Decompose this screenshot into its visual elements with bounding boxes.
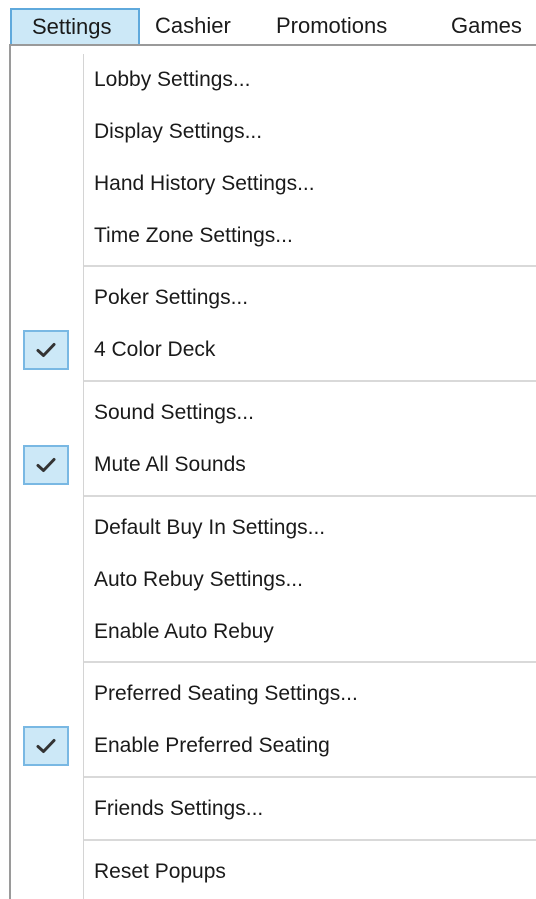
menu-item-4-color-deck[interactable]: 4 Color Deck [11,324,536,376]
menu-item-enable-preferred-seating[interactable]: Enable Preferred Seating [11,720,536,772]
menu-item-hand-history-settings[interactable]: Hand History Settings... [11,158,536,210]
settings-dropdown: Lobby Settings... Display Settings... Ha… [9,44,536,899]
menu-promotions[interactable]: Promotions [276,8,387,44]
menu-cashier[interactable]: Cashier [155,8,231,44]
menu-bar: Settings Cashier Promotions Games [0,0,536,46]
check-icon [23,445,69,485]
menu-item-default-buy-in-settings[interactable]: Default Buy In Settings... [11,502,536,554]
menu-item-poker-settings[interactable]: Poker Settings... [11,272,536,324]
menu-item-label: 4 Color Deck [94,338,216,361]
check-icon [23,726,69,766]
menu-item-label: Friends Settings... [94,797,264,820]
menu-item-label: Mute All Sounds [94,453,246,476]
menu-item-mute-all-sounds[interactable]: Mute All Sounds [11,439,536,491]
menu-settings[interactable]: Settings [10,8,140,44]
menu-item-enable-auto-rebuy[interactable]: Enable Auto Rebuy [11,606,536,658]
menu-item-time-zone-settings[interactable]: Time Zone Settings... [11,210,536,262]
menu-item-sound-settings[interactable]: Sound Settings... [11,387,536,439]
menu-item-display-settings[interactable]: Display Settings... [11,106,536,158]
check-icon [23,330,69,370]
menu-item-friends-settings[interactable]: Friends Settings... [11,783,536,835]
menu-item-label: Lobby Settings... [94,68,251,91]
menu-item-label: Sound Settings... [94,401,254,424]
menu-item-label: Hand History Settings... [94,172,315,195]
menu-item-label: Preferred Seating Settings... [94,682,358,705]
menu-separator [84,661,536,663]
menu-item-label: Auto Rebuy Settings... [94,568,303,591]
menu-item-reset-popups[interactable]: Reset Popups [11,846,536,898]
menu-separator [84,495,536,497]
menu-separator [84,839,536,841]
menu-item-label: Poker Settings... [94,286,249,309]
menu-separator [84,265,536,267]
menu-item-auto-rebuy-settings[interactable]: Auto Rebuy Settings... [11,554,536,606]
menu-item-label: Time Zone Settings... [94,224,293,247]
menu-separator [84,380,536,382]
menu-item-preferred-seating-settings[interactable]: Preferred Seating Settings... [11,668,536,720]
menu-item-label: Display Settings... [94,120,263,143]
menu-item-label: Reset Popups [94,860,226,883]
app-root: Settings Cashier Promotions Games Lobby … [0,0,536,899]
menu-item-label: Enable Preferred Seating [94,734,330,757]
menu-item-lobby-settings[interactable]: Lobby Settings... [11,54,536,106]
menu-item-label: Enable Auto Rebuy [94,620,274,643]
menu-separator [84,776,536,778]
menu-games[interactable]: Games [451,8,522,44]
menu-item-label: Default Buy In Settings... [94,516,326,539]
